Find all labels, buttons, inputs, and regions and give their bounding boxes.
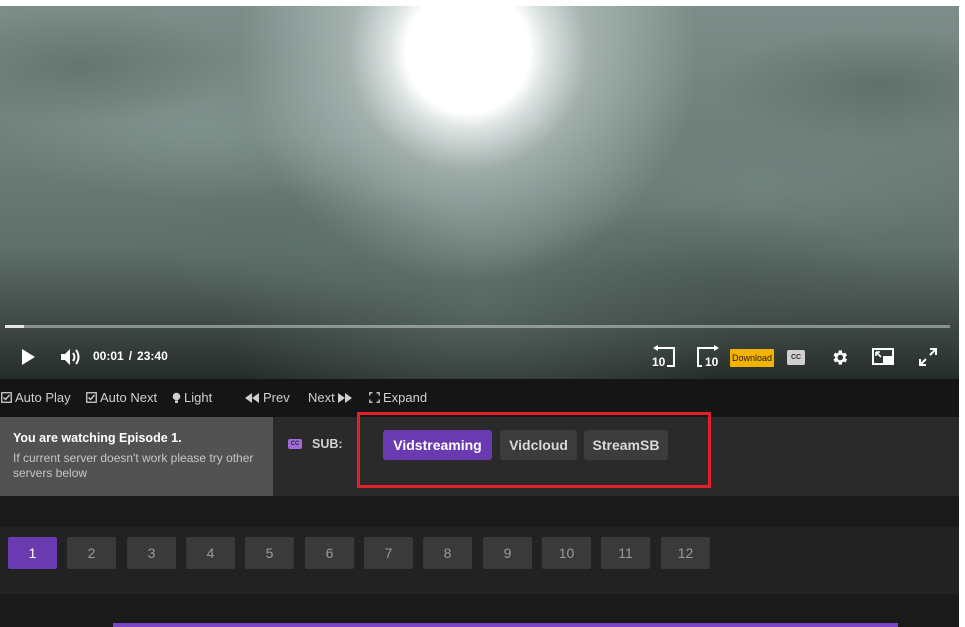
progress-bar[interactable] [5, 325, 950, 328]
sub-server-label: CC SUB: [288, 437, 343, 451]
annotation-highlight-box [357, 412, 711, 488]
settings-icon[interactable] [829, 347, 849, 367]
prev-label: Prev [263, 390, 290, 405]
expand-button[interactable]: Expand [369, 390, 427, 405]
forward-icon [337, 392, 352, 403]
forward-10-icon[interactable]: 10 [694, 345, 722, 369]
next-button[interactable]: Next [308, 390, 353, 405]
light-toggle[interactable]: Light [172, 390, 212, 405]
rewind-10-label: 10 [652, 355, 666, 369]
captions-button[interactable]: CC [787, 350, 805, 365]
time-separator: / [128, 349, 133, 363]
episode-button[interactable]: 3 [127, 537, 176, 569]
video-frame [0, 6, 959, 379]
next-label: Next [308, 390, 335, 405]
episode-button[interactable]: 5 [245, 537, 294, 569]
backward-icon [245, 392, 259, 403]
subtitles-icon: CC [288, 439, 302, 449]
auto-next-toggle[interactable]: Auto Next [86, 390, 157, 405]
auto-next-label: Auto Next [100, 390, 158, 405]
episode-button[interactable]: 1 [8, 537, 57, 569]
page: 00:01 / 23:40 10 10 Download CC Auto Play … [0, 0, 965, 627]
episode-button[interactable]: 11 [601, 537, 650, 569]
purple-accent-bar [113, 623, 898, 627]
episode-button[interactable]: 2 [67, 537, 116, 569]
episode-button[interactable]: 4 [186, 537, 235, 569]
prev-button[interactable]: Prev [245, 390, 290, 405]
light-label: Light [184, 390, 213, 405]
forward-10-label: 10 [705, 355, 719, 369]
watching-hint: If current server doesn't work please tr… [13, 451, 254, 480]
volume-icon[interactable] [60, 347, 82, 367]
video-player[interactable]: 00:01 / 23:40 10 10 Download CC [0, 6, 959, 379]
progress-fill [5, 325, 24, 328]
checkbox-icon [1, 392, 12, 403]
watching-info: You are watching Episode 1. If current s… [0, 417, 273, 496]
expand-label: Expand [383, 390, 428, 405]
sub-label-text: SUB: [312, 437, 343, 451]
duration: 23:40 [137, 349, 168, 363]
episode-button[interactable]: 6 [305, 537, 354, 569]
pip-icon[interactable] [872, 347, 894, 365]
current-time: 00:01 [93, 349, 124, 363]
download-button[interactable]: Download [730, 349, 774, 367]
episode-button[interactable]: 9 [483, 537, 532, 569]
episode-list: 1 2 3 4 5 6 7 8 9 10 11 12 [0, 527, 959, 594]
fullscreen-icon[interactable] [918, 347, 938, 367]
watching-title: You are watching Episode 1. [13, 431, 182, 445]
rewind-10-icon[interactable]: 10 [650, 345, 678, 369]
play-icon[interactable] [18, 347, 38, 367]
right-margin [959, 0, 965, 627]
episode-button[interactable]: 8 [423, 537, 472, 569]
lightbulb-icon [172, 392, 181, 403]
separator-band [0, 496, 959, 527]
expand-icon [369, 392, 380, 403]
auto-play-label: Auto Play [15, 390, 71, 405]
episode-button[interactable]: 12 [661, 537, 710, 569]
time-display: 00:01 / 23:40 [93, 349, 168, 363]
episode-button[interactable]: 7 [364, 537, 413, 569]
auto-play-toggle[interactable]: Auto Play [1, 390, 71, 405]
checkbox-icon [86, 392, 97, 403]
episode-button[interactable]: 10 [542, 537, 591, 569]
